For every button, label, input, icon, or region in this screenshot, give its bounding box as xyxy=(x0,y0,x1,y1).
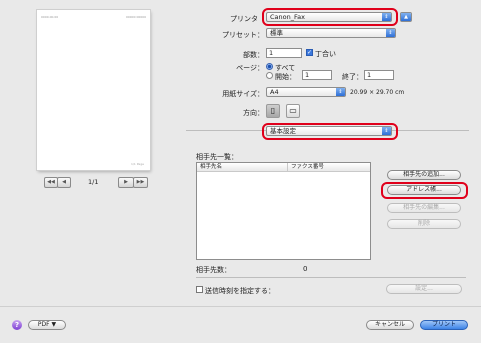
destination-count-value: 0 xyxy=(303,265,308,273)
send-time-label: 送信時刻を指定する： xyxy=(205,287,275,295)
disclosure-up-icon: ▲ xyxy=(401,13,411,21)
pages-from-label: 開始： xyxy=(275,73,296,81)
previous-page-button[interactable]: ◀ xyxy=(57,177,71,188)
preview-header-right: 00000 00000 xyxy=(125,15,146,19)
pages-to-label: 終了： xyxy=(342,73,363,81)
next-page-button[interactable]: ▶ xyxy=(118,177,134,188)
preset-label: プリセット： xyxy=(222,31,264,39)
destination-count-label: 相手先数： xyxy=(196,266,231,274)
landscape-icon: ▭ xyxy=(289,106,297,115)
landscape-orientation-button[interactable]: ▭ xyxy=(286,104,300,118)
paper-size-value: A4 xyxy=(270,88,279,96)
panel-popup[interactable]: 基本設定 ⇕ xyxy=(266,126,392,136)
preset-popup[interactable]: 標準 ⇕ xyxy=(266,28,396,38)
print-button[interactable]: プリント xyxy=(420,320,468,330)
send-time-checkbox[interactable] xyxy=(196,286,203,293)
delete-button[interactable]: 削除 xyxy=(387,219,461,229)
address-book-button[interactable]: アドレス帳... xyxy=(387,185,461,195)
column-header-fax[interactable]: ファクス番号 xyxy=(287,163,324,171)
pages-label: ページ： xyxy=(236,64,264,72)
preview-footer: 1/1 Page xyxy=(130,162,144,166)
destination-list[interactable]: 相手先名 ファクス番号 xyxy=(196,162,371,260)
printer-popup[interactable]: Canon_Fax ⇕ xyxy=(266,12,392,22)
destination-list-header: 相手先名 ファクス番号 xyxy=(197,163,370,172)
send-time-settings-button[interactable]: 設定... xyxy=(386,284,462,294)
printer-label: プリンタ xyxy=(230,15,258,23)
popup-arrow-icon: ⇕ xyxy=(386,29,395,37)
add-destination-button[interactable]: 相手先の追加... xyxy=(387,170,461,180)
copies-label: 部数： xyxy=(243,51,264,59)
popup-arrow-icon: ⇕ xyxy=(382,13,391,21)
column-header-name[interactable]: 相手先名 xyxy=(200,163,222,171)
edit-destination-button[interactable]: 相手先の編集... xyxy=(387,203,461,213)
collate-label: 丁合い xyxy=(315,50,336,58)
preview-header-left: 0000.00.00 xyxy=(41,15,59,19)
pages-from-field[interactable]: 1 xyxy=(302,70,332,80)
page-preview: 0000.00.00 00000 00000 1/1 Page xyxy=(37,10,150,170)
separator xyxy=(196,277,466,278)
collate-checkbox[interactable]: ✓ xyxy=(306,49,313,56)
preset-value: 標準 xyxy=(270,29,283,37)
orientation-label: 方向： xyxy=(243,109,264,117)
popup-arrow-icon: ⇕ xyxy=(382,127,391,135)
expand-dialog-button[interactable]: ▲ xyxy=(400,12,412,22)
last-page-button[interactable]: ▶▶ xyxy=(133,177,148,188)
pages-all-radio[interactable] xyxy=(266,63,273,70)
pdf-menu-button[interactable]: PDF ▼ xyxy=(28,320,66,330)
cancel-button[interactable]: キャンセル xyxy=(366,320,414,330)
help-button[interactable]: ? xyxy=(12,320,22,330)
destination-list-title: 相手先一覧： xyxy=(196,153,238,161)
pages-to-field[interactable]: 1 xyxy=(364,70,394,80)
portrait-orientation-button[interactable]: ▯ xyxy=(266,104,280,118)
paper-size-popup[interactable]: A4 ⇕ xyxy=(266,87,346,97)
printer-value: Canon_Fax xyxy=(270,13,305,21)
pages-range-radio[interactable] xyxy=(266,72,273,79)
copies-field[interactable]: 1 xyxy=(266,48,302,58)
panel-value: 基本設定 xyxy=(270,127,296,135)
popup-arrow-icon: ⇕ xyxy=(336,88,345,96)
paper-dimensions: 20.99 × 29.70 cm xyxy=(350,89,405,96)
paper-size-label: 用紙サイズ： xyxy=(222,90,264,98)
portrait-icon: ▯ xyxy=(270,106,276,115)
page-indicator: 1/1 xyxy=(88,178,99,186)
footer-separator xyxy=(0,306,481,307)
first-page-button[interactable]: ◀◀ xyxy=(44,177,58,188)
